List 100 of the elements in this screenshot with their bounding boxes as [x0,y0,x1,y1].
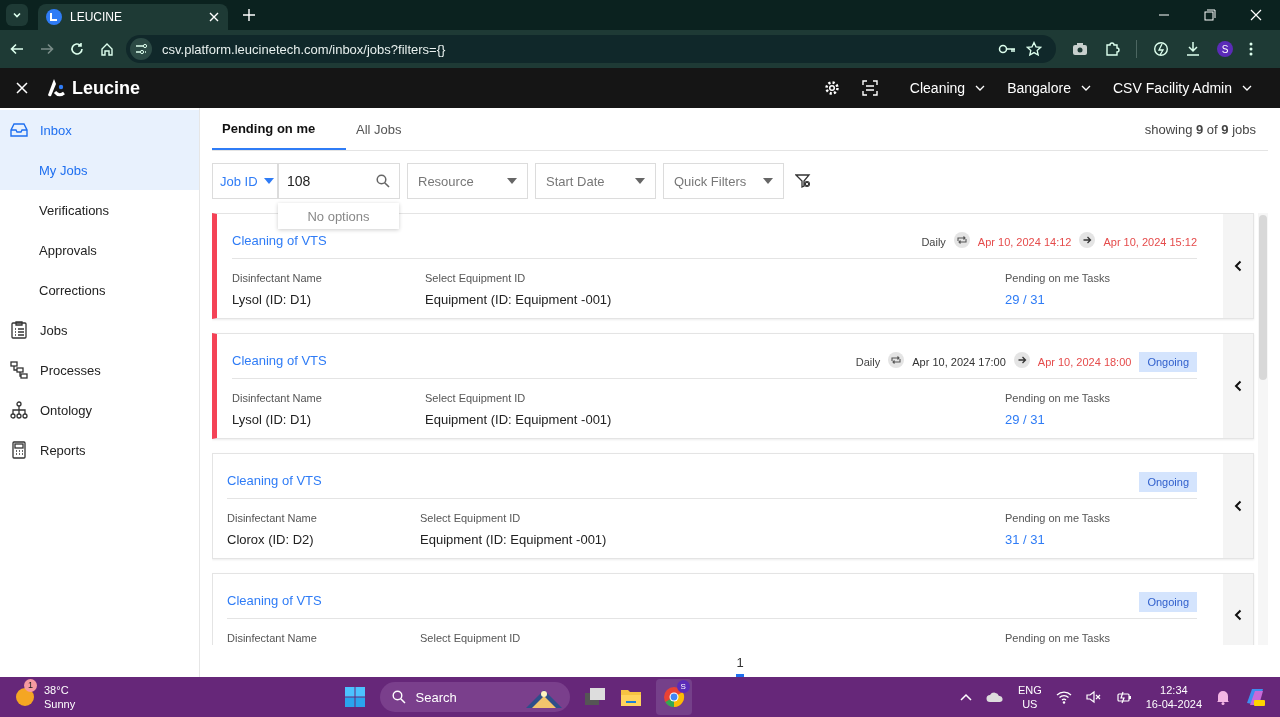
browser-icon [662,686,685,708]
filter-dropdown[interactable]: Start Date [535,163,656,199]
task-count-link[interactable]: 31 / 31 [1005,532,1197,547]
repeat-icon [953,232,970,248]
task-count-link[interactable]: 29 / 31 [1005,412,1197,427]
more-icon[interactable] [1249,41,1253,57]
job-title-link[interactable]: Cleaning of VTS [232,233,327,248]
close-icon[interactable] [208,11,220,23]
job-title-link[interactable]: Cleaning of VTS [227,593,322,608]
mute-icon[interactable] [1085,690,1102,704]
clear-filter-icon[interactable] [795,173,811,189]
taskbar-search[interactable]: Search [379,682,570,712]
field-value: Equipment (ID: Equipment -001) [425,412,613,427]
windows-start-icon[interactable] [343,686,366,708]
field-value: Lysol (ID: D1) [232,412,312,427]
address-bar[interactable]: csv.platform.leucinetech.com/inbox/jobs?filters={} [126,35,1056,63]
sidebar-item[interactable]: Verifications [0,190,199,230]
tab[interactable]: All Jobs [346,108,480,150]
settings-icon[interactable] [823,80,840,96]
site-settings-icon[interactable] [130,38,152,60]
job-count-text: showing 9 of 9 jobs [1144,121,1256,137]
chevron-left-icon [1234,608,1242,621]
weather-text: Sunny [44,697,76,711]
field-label: Pending on me Tasks [1005,392,1111,404]
new-tab-icon[interactable] [242,8,256,22]
browser-taskbar-button[interactable]: S [655,679,692,715]
task-count-link[interactable]: 29 / 31 [1005,292,1197,307]
filter-dropdown[interactable]: Resource [407,163,528,199]
sidebar-item[interactable]: Approvals [0,230,199,270]
scan-icon[interactable] [861,80,878,96]
end-date-text: Apr 10, 2024 15:12 [1103,236,1197,248]
temperature-text: 38°C [44,683,69,697]
scrollbar[interactable] [1258,213,1268,645]
caret-icon [763,178,773,184]
field-value: Lysol (ID: D1) [232,292,312,307]
sidebar-item[interactable]: Inbox [0,110,199,150]
cloud-icon[interactable] [985,692,1004,702]
start-date-text: Apr 10, 2024 14:12 [977,236,1072,248]
header-dropdown[interactable]: CSV Facility Admin [1112,80,1252,96]
sidebar-item[interactable]: Corrections [0,270,199,310]
caret-icon [263,178,274,184]
status-badge: Ongoing [1139,472,1197,492]
browser-tab[interactable]: LEUCINE [38,4,228,30]
job-card[interactable]: Cleaning of VTS Daily Apr 10, 2024 17:00 Apr 10, 2024 18:00 Ongoing Disinfectant Name Lysol (ID: D1) Select Equipment ID Equipment (ID: Equipment -001) Pending on me Tasks 29 / 31 [212,333,1254,439]
header-dropdown[interactable]: Cleaning [909,80,986,96]
search-icon [391,690,406,704]
tab-title: LEUCINE [70,10,122,24]
chevron-left-icon [1234,500,1242,512]
hierarchy-icon [10,401,28,419]
chevron-up-icon[interactable] [959,693,972,701]
sidebar-item[interactable]: Reports [0,430,199,470]
copilot-icon[interactable] [1244,686,1266,708]
battery-icon[interactable] [1115,690,1132,704]
field-label: Disinfectant Name [232,272,323,284]
search-icon [376,174,390,188]
end-date-text: Apr 10, 2024 18:00 [1037,356,1132,368]
status-badge: Ongoing [1139,592,1197,612]
reload-icon[interactable] [70,42,84,56]
field-label: Select Equipment ID [425,272,527,284]
bell-icon[interactable] [1216,689,1230,705]
job-title-link[interactable]: Cleaning of VTS [227,473,322,488]
frequency-text: Daily [855,356,881,368]
wifi-icon[interactable] [1055,690,1072,704]
star-icon[interactable] [1026,41,1042,57]
url-text: csv.platform.leucinetech.com/inbox/jobs?filters={} [162,41,446,57]
filter-dropdown[interactable]: Quick Filters [663,163,784,199]
header-dropdown[interactable]: Bangalore [1007,80,1091,96]
key-icon[interactable] [998,43,1016,55]
clock[interactable]: 12:34 16-04-2024 [1145,683,1202,711]
tab[interactable]: Pending on me [212,108,346,150]
back-icon[interactable] [10,42,24,56]
field-label: Pending on me Tasks [1005,512,1111,524]
restore-icon[interactable] [1204,9,1216,21]
sidebar-item[interactable]: Jobs [0,310,199,350]
sidebar-item[interactable]: Ontology [0,390,199,430]
folder-icon[interactable] [619,687,642,707]
close-icon[interactable] [16,82,28,94]
search-field[interactable]: 108 [278,163,400,199]
language-indicator[interactable]: ENG US [1017,683,1042,711]
chevron-down-icon [975,83,986,93]
task-view-icon[interactable] [583,687,606,707]
field-value: Equipment (ID: Equipment -001) [420,532,608,547]
clipboard-list-icon [10,321,28,339]
download-icon[interactable] [1185,41,1201,57]
job-card[interactable]: Cleaning of VTS Ongoing Disinfectant Name Clorox (ID: D2) Select Equipment ID Equipment (ID: Equipment -001) Pending on me Tasks 31 / 31 [212,453,1254,559]
sidebar-item[interactable]: Processes [0,350,199,390]
job-card[interactable]: Cleaning of VTS Ongoing Disinfectant Name Select Equipment ID Pending on me Tasks [212,573,1254,645]
job-title-link[interactable]: Cleaning of VTS [232,353,327,368]
arrow-right-icon [1079,232,1096,248]
profile-avatar[interactable]: S [1217,41,1233,57]
puzzle-icon[interactable] [1104,41,1120,57]
tab-list-button[interactable] [6,4,28,26]
sidebar-item[interactable]: My Jobs [0,150,199,190]
camera-icon[interactable] [1072,42,1088,56]
close-icon[interactable] [1250,9,1262,21]
repeat-icon [888,352,905,368]
chevron-left-icon [1234,380,1242,392]
home-icon[interactable] [100,42,114,56]
forward-icon[interactable] [40,42,54,56]
field-select[interactable]: Job ID [212,163,278,199]
